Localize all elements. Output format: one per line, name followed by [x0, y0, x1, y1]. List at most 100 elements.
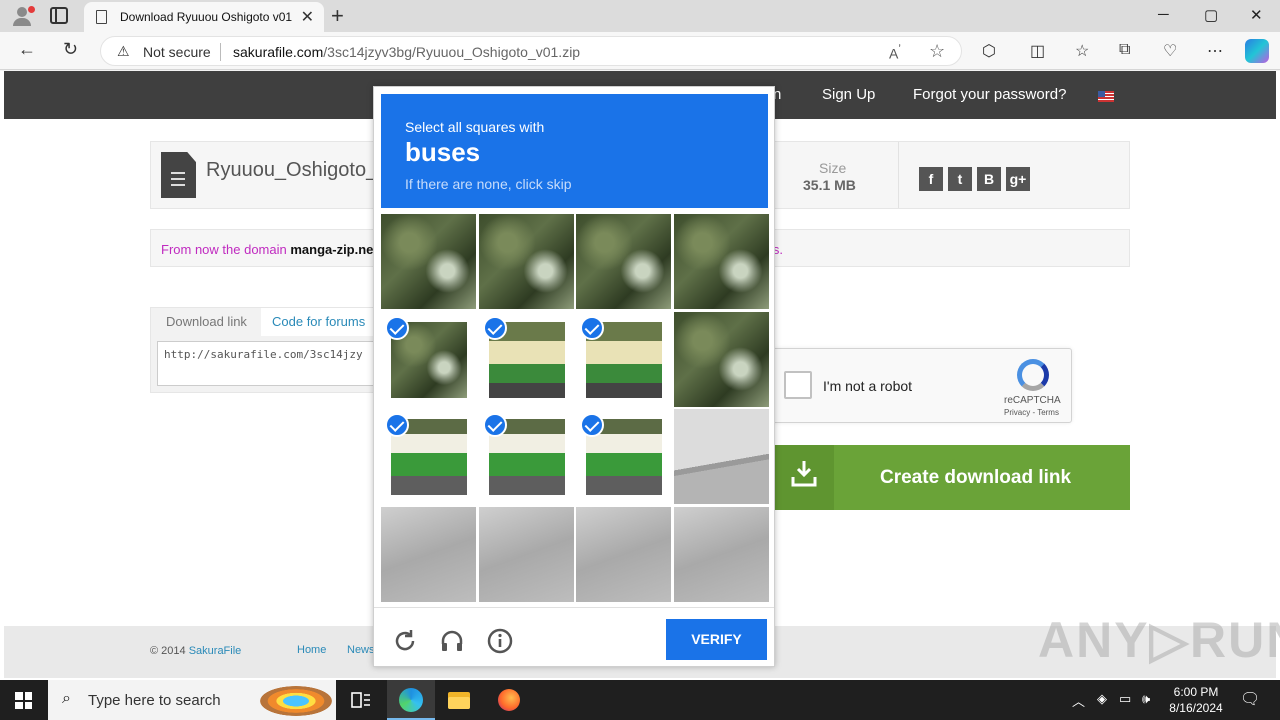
captcha-tile[interactable] [381, 214, 476, 309]
volume-icon[interactable]: 🕪 [1142, 691, 1150, 707]
show-hidden-icons[interactable]: ︿ [1072, 691, 1085, 710]
audio-challenge-icon[interactable] [439, 628, 465, 654]
captcha-tile[interactable] [673, 214, 769, 309]
browser-essentials-icon[interactable]: ♡ [1163, 41, 1177, 61]
firefox-icon[interactable] [497, 688, 521, 712]
size-label: Size [819, 160, 847, 176]
task-view-icon[interactable] [349, 688, 373, 712]
selected-check-icon [385, 413, 409, 437]
create-download-link-button[interactable]: Create download link [774, 445, 1130, 510]
google-plus-icon[interactable]: g+ [1006, 167, 1030, 191]
windows-taskbar: ⌕ Type here to search ︿ ◈ ▭ 🕪 6:00 PM 8/… [0, 680, 1280, 720]
forgot-password-link[interactable]: Forgot your password? [913, 86, 1066, 103]
favorite-star-icon[interactable]: ☆ [929, 41, 945, 62]
captcha-tile[interactable] [576, 311, 671, 407]
browser-tab[interactable]: Download Ryuuou Oshigoto v01 ✕ [84, 2, 324, 32]
captcha-tile-image [381, 214, 476, 309]
captcha-image-grid [381, 214, 769, 602]
back-icon[interactable]: ← [18, 39, 36, 60]
address-bar[interactable]: ⚠ Not secure sakurafile.com/3sc14jzyv3bg… [100, 36, 962, 66]
captcha-tile-image [576, 214, 671, 309]
captcha-tile-image [381, 506, 476, 602]
recaptcha-privacy-terms[interactable]: Privacy - Terms [1004, 408, 1059, 417]
tab-actions-icon[interactable] [50, 7, 68, 24]
windows-start-icon[interactable] [15, 692, 32, 709]
meet-now-icon[interactable]: ◈ [1097, 691, 1107, 707]
file-explorer-icon[interactable] [447, 688, 471, 712]
vk-icon[interactable]: B [977, 167, 1001, 191]
us-flag-icon[interactable] [1098, 91, 1114, 102]
footer-brand-link[interactable]: SakuraFile [189, 645, 242, 657]
footer-news-link[interactable]: News [347, 644, 375, 656]
search-highlight-image [260, 686, 332, 716]
new-tab-button[interactable]: + [331, 3, 344, 29]
captcha-tile[interactable] [478, 311, 574, 407]
copyright: © 2014 SakuraFile [150, 645, 241, 657]
captcha-tile[interactable] [381, 506, 476, 602]
close-window-button[interactable]: ✕ [1250, 6, 1263, 24]
collections-icon[interactable]: ⧉ [1119, 41, 1130, 59]
tab-close-icon[interactable]: ✕ [301, 7, 314, 27]
selected-check-icon [385, 315, 409, 340]
tab-download-link[interactable]: Download link [151, 308, 261, 336]
minimize-button[interactable]: ─ [1158, 6, 1169, 23]
recaptcha-checkbox[interactable] [784, 371, 812, 399]
edge-taskbar-icon[interactable] [387, 680, 435, 720]
taskbar-search-box[interactable]: ⌕ Type here to search [48, 680, 336, 720]
captcha-skip-hint: If there are none, click skip [405, 176, 572, 192]
favorites-icon[interactable]: ☆ [1075, 41, 1089, 61]
captcha-tile-image [478, 506, 574, 602]
url-path: /3sc14jzyv3bg/Ryuuou_Oshigoto_v01.zip [323, 44, 581, 60]
profile-icon[interactable] [8, 3, 36, 29]
address-toolbar: ← ↻ ⚠ Not secure sakurafile.com/3sc14jzy… [0, 32, 1280, 70]
split-screen-icon[interactable]: ◫ [1030, 41, 1045, 61]
captcha-tile[interactable] [478, 409, 574, 504]
copilot-icon[interactable] [1245, 39, 1269, 63]
download-link-textarea[interactable]: http://sakurafile.com/3sc14jzy [157, 341, 377, 386]
twitter-icon[interactable]: t [948, 167, 972, 191]
tab-title: Download Ryuuou Oshigoto v01 [120, 10, 293, 24]
captcha-tile[interactable] [576, 214, 671, 309]
taskbar-clock[interactable]: 6:00 PM 8/16/2024 [1160, 684, 1232, 716]
verify-button[interactable]: VERIFY [666, 619, 767, 660]
captcha-header: Select all squares with buses If there a… [381, 94, 768, 208]
copyright-text: © 2014 [150, 645, 189, 657]
notice-domain: manga-zip.net [290, 242, 378, 257]
security-label[interactable]: Not secure [143, 44, 211, 60]
captcha-tile[interactable] [673, 409, 769, 504]
tab-code-for-forums[interactable]: Code for forums [261, 308, 381, 336]
maximize-button[interactable]: ▢ [1204, 6, 1218, 24]
more-menu-icon[interactable]: ⋯ [1207, 41, 1223, 61]
search-placeholder: Type here to search [88, 692, 221, 709]
selected-check-icon [580, 413, 604, 437]
captcha-tile[interactable] [381, 311, 476, 407]
reload-icon[interactable] [392, 628, 418, 654]
notice-prefix: From now the domain [161, 242, 291, 257]
captcha-tile-image [673, 214, 769, 309]
captcha-tile[interactable] [478, 506, 574, 602]
captcha-tile[interactable] [478, 214, 574, 309]
recaptcha-brand: reCAPTCHA [1004, 395, 1061, 406]
read-aloud-icon[interactable]: Aʼ [889, 43, 901, 62]
info-icon[interactable] [487, 628, 513, 654]
extensions-icon[interactable]: ⬡ [982, 41, 996, 61]
captcha-tile[interactable] [381, 409, 476, 504]
signup-link[interactable]: Sign Up [822, 86, 875, 103]
captcha-tile[interactable] [673, 311, 769, 407]
captcha-tile-image [673, 311, 769, 407]
captcha-tile[interactable] [576, 409, 671, 504]
captcha-tile[interactable] [673, 506, 769, 602]
url-host: sakurafile.com [233, 44, 324, 60]
file-icon [161, 152, 196, 198]
refresh-icon[interactable]: ↻ [63, 39, 78, 60]
footer-home-link[interactable]: Home [297, 644, 326, 656]
captcha-tile[interactable] [576, 506, 671, 602]
facebook-icon[interactable]: f [919, 167, 943, 191]
selected-check-icon [580, 315, 604, 340]
selected-check-icon [482, 413, 507, 437]
clock-time: 6:00 PM [1173, 685, 1219, 699]
network-icon[interactable]: ▭ [1119, 691, 1131, 707]
notifications-icon[interactable]: 🗨 [1240, 689, 1260, 709]
warning-icon[interactable]: ⚠ [117, 43, 130, 60]
url-text[interactable]: sakurafile.com/3sc14jzyv3bg/Ryuuou_Oshig… [233, 44, 580, 60]
